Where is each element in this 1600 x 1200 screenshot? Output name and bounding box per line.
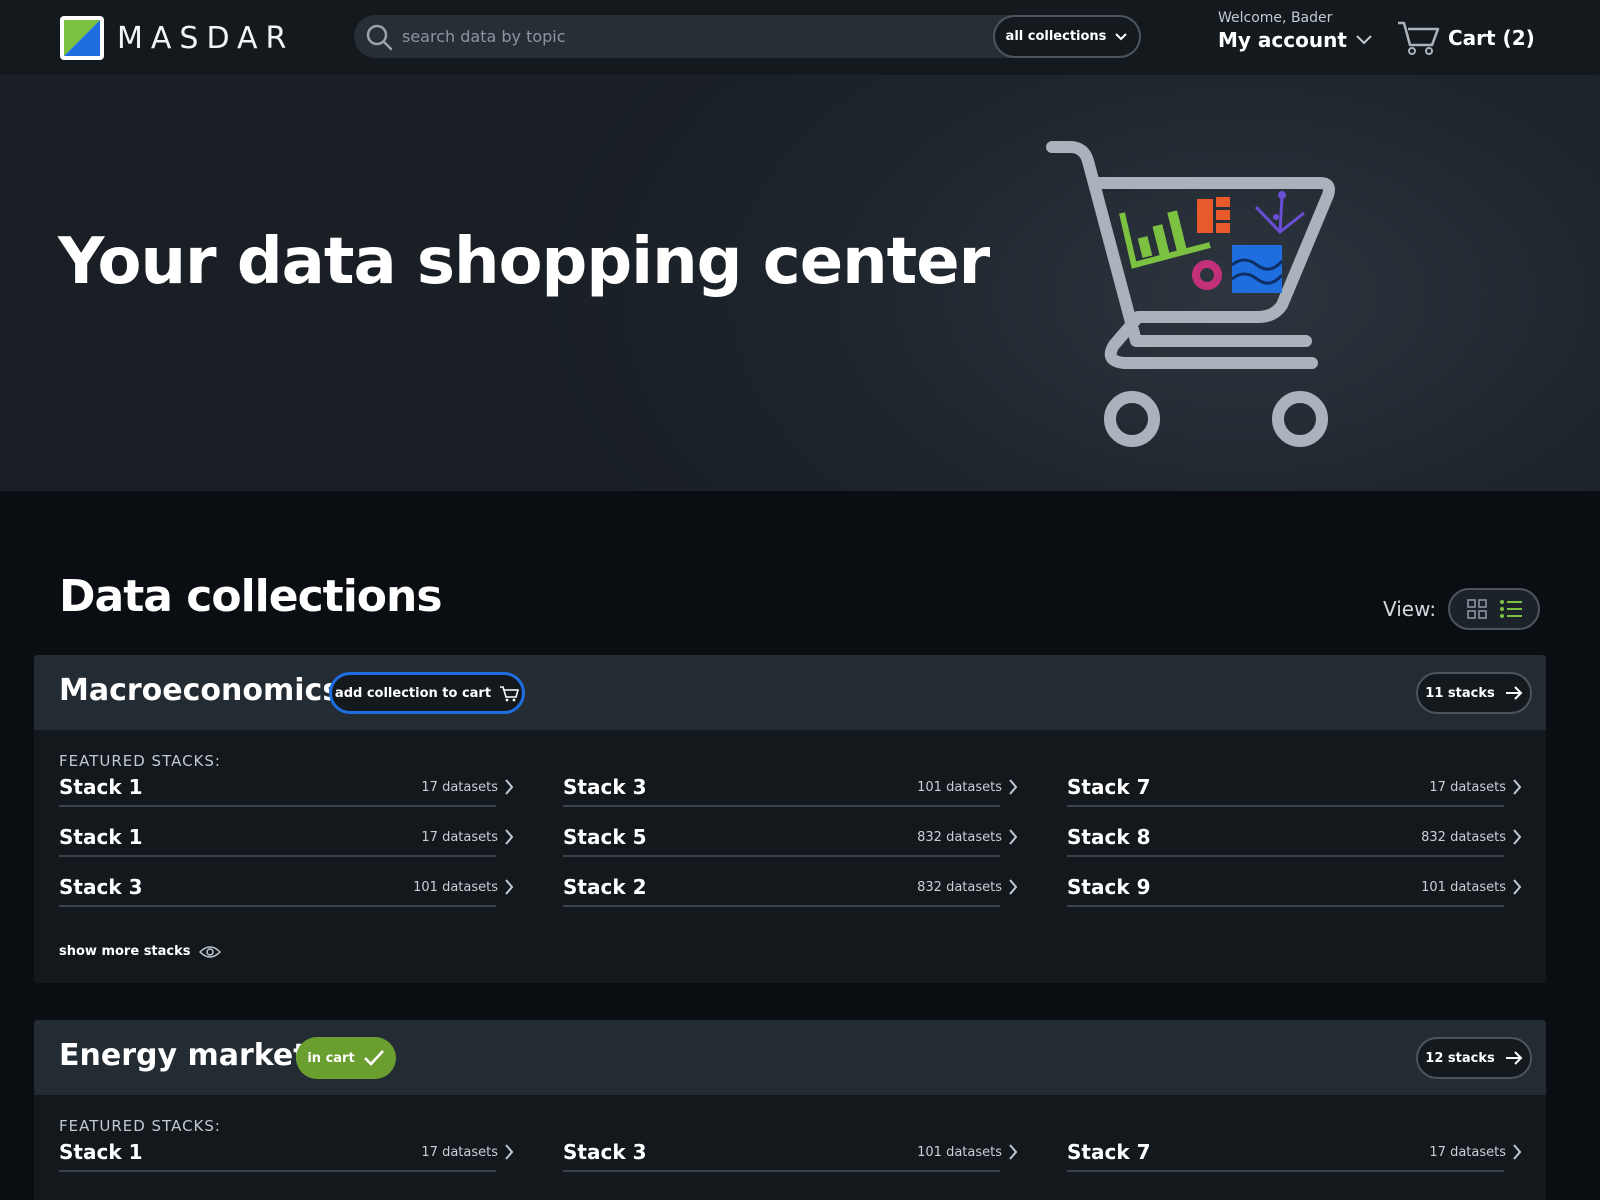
view-label: View: <box>1383 597 1437 621</box>
cart-link[interactable]: Cart (2) <box>1396 20 1535 56</box>
stack-name: Stack 1 <box>59 775 143 799</box>
chevron-right-icon <box>1009 829 1018 845</box>
chevron-right-icon <box>1513 879 1522 895</box>
chevron-right-icon <box>505 879 514 895</box>
chevron-right-icon <box>1009 1144 1018 1160</box>
stack-dataset-count: 101 datasets <box>1421 879 1506 895</box>
collection-header: Macroeconomics add collection to cart 11… <box>34 655 1546 730</box>
stack-item[interactable]: Stack 1 17 datasets <box>59 767 514 807</box>
stack-name: Stack 1 <box>59 825 143 849</box>
stack-item[interactable]: Stack 7 17 datasets <box>1067 1132 1522 1172</box>
stack-item[interactable]: Stack 3 101 datasets <box>563 767 1018 807</box>
checkmark-icon <box>363 1050 384 1066</box>
cart-icon <box>1398 21 1440 55</box>
view-switcher: View: <box>1383 588 1541 630</box>
stack-name: Stack 8 <box>1067 825 1151 849</box>
chevron-down-icon <box>1115 32 1128 40</box>
chevron-right-icon <box>1009 879 1018 895</box>
stack-dataset-count: 101 datasets <box>413 879 498 895</box>
stacks-count-label: 12 stacks <box>1425 1050 1495 1066</box>
collection-header: Energy market in cart 12 stacks <box>34 1020 1546 1095</box>
stack-name: Stack 7 <box>1067 775 1151 799</box>
eye-icon <box>198 945 221 958</box>
view-stacks-button[interactable]: 11 stacks <box>1416 672 1532 714</box>
donut-chart-icon <box>1192 260 1222 290</box>
stack-item[interactable]: Stack 1 17 datasets <box>59 1132 514 1172</box>
chevron-right-icon <box>1513 779 1522 795</box>
stack-name: Stack 3 <box>563 1140 647 1164</box>
stack-item[interactable]: Stack 7 17 datasets <box>1067 767 1522 807</box>
add-collection-to-cart-button[interactable]: add collection to cart <box>329 672 525 714</box>
stack-dataset-count: 17 datasets <box>421 829 498 845</box>
chevron-right-icon <box>1513 1144 1522 1160</box>
chevron-right-icon <box>505 829 514 845</box>
welcome-text: Welcome, Bader <box>1218 10 1333 26</box>
stack-dataset-count: 17 datasets <box>421 779 498 795</box>
view-stacks-button[interactable]: 12 stacks <box>1416 1037 1532 1079</box>
stack-name: Stack 7 <box>1067 1140 1151 1164</box>
network-graph-icon <box>1254 191 1305 235</box>
chevron-down-icon <box>1356 35 1372 45</box>
stack-name: Stack 3 <box>59 875 143 899</box>
view-toggle <box>1448 588 1541 630</box>
logo[interactable]: MASDAR <box>59 15 294 61</box>
collections-dropdown-label: all collections <box>1005 29 1107 44</box>
stack-name: Stack 5 <box>563 825 647 849</box>
area-chart-icon <box>1231 245 1284 293</box>
grid-view-icon[interactable] <box>1466 598 1488 620</box>
stack-dataset-count: 17 datasets <box>1429 1144 1506 1160</box>
account-menu[interactable]: Welcome, Bader My account <box>1218 10 1373 52</box>
stacks-count-label: 11 stacks <box>1425 685 1495 701</box>
shopping-cart-illustration <box>1046 141 1335 447</box>
list-view-icon[interactable] <box>1499 598 1523 620</box>
cart-label: Cart (2) <box>1448 26 1535 50</box>
collections-dropdown[interactable]: all collections <box>993 15 1141 58</box>
stack-item[interactable]: Stack 8 832 datasets <box>1067 817 1522 857</box>
stack-name: Stack 2 <box>563 875 647 899</box>
stack-item[interactable]: Stack 1 17 datasets <box>59 817 514 857</box>
bar-chart-icon <box>1119 210 1211 269</box>
arrow-right-icon <box>1505 1051 1523 1065</box>
masdar-logo-icon <box>60 16 104 60</box>
collection-card: Macroeconomics add collection to cart 11… <box>34 655 1546 983</box>
stack-dataset-count: 17 datasets <box>1429 779 1506 795</box>
stack-item[interactable]: Stack 3 101 datasets <box>59 867 514 907</box>
stack-dataset-count: 17 datasets <box>421 1144 498 1160</box>
cart-icon <box>500 685 520 701</box>
stack-dataset-count: 832 datasets <box>1421 829 1506 845</box>
hero-banner: Your data shopping center <box>0 75 1600 491</box>
chevron-right-icon <box>1009 779 1018 795</box>
stack-name: Stack 3 <box>563 775 647 799</box>
stack-item[interactable]: Stack 2 832 datasets <box>563 867 1018 907</box>
arrow-right-icon <box>1505 686 1523 700</box>
collection-title: Energy market <box>59 1038 308 1073</box>
add-collection-label: add collection to cart <box>334 685 492 701</box>
hero-title: Your data shopping center <box>58 225 990 299</box>
search-bar: all collections <box>354 15 1141 58</box>
collection-title: Macroeconomics <box>59 673 341 708</box>
in-cart-badge[interactable]: in cart <box>296 1037 396 1079</box>
stack-name: Stack 1 <box>59 1140 143 1164</box>
stack-name: Stack 9 <box>1067 875 1151 899</box>
stack-dataset-count: 832 datasets <box>917 879 1002 895</box>
in-cart-label: in cart <box>307 1050 355 1066</box>
stack-item[interactable]: Stack 9 101 datasets <box>1067 867 1522 907</box>
account-label: My account <box>1218 28 1347 52</box>
top-header: MASDAR all collections Welcome, Bader My… <box>0 0 1600 75</box>
logo-wordmark: MASDAR <box>117 20 295 56</box>
chevron-right-icon <box>1513 829 1522 845</box>
search-icon[interactable] <box>364 22 394 52</box>
section-title: Data collections <box>59 571 443 622</box>
show-more-stacks-link[interactable]: show more stacks <box>59 944 221 959</box>
stack-dataset-count: 101 datasets <box>917 779 1002 795</box>
show-more-label: show more stacks <box>59 944 191 959</box>
chevron-right-icon <box>505 779 514 795</box>
stack-dataset-count: 101 datasets <box>917 1144 1002 1160</box>
table-chart-icon <box>1197 197 1230 233</box>
stack-item[interactable]: Stack 3 101 datasets <box>563 1132 1018 1172</box>
stack-dataset-count: 832 datasets <box>917 829 1002 845</box>
stack-item[interactable]: Stack 5 832 datasets <box>563 817 1018 857</box>
chevron-right-icon <box>505 1144 514 1160</box>
collection-card: Energy market in cart 12 stacks FEATURED… <box>34 1020 1546 1200</box>
